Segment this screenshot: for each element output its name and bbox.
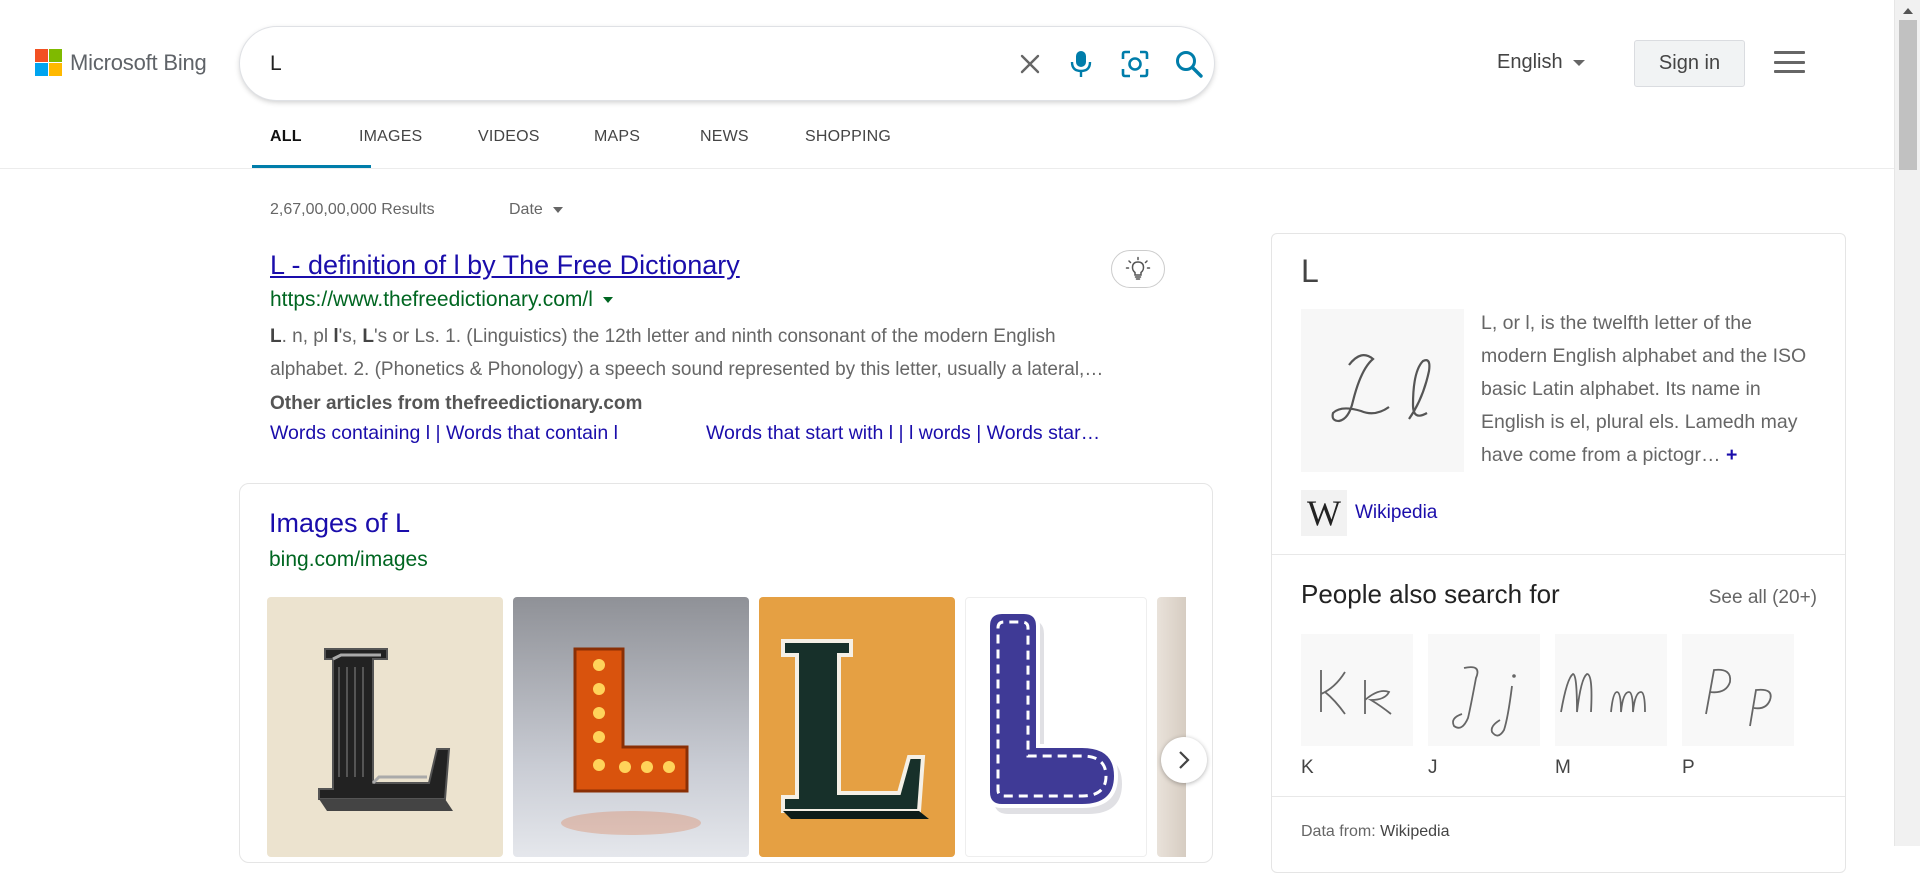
scrollbar-thumb[interactable] xyxy=(1899,20,1917,170)
chevron-right-icon[interactable] xyxy=(1161,737,1207,783)
data-source: Data from: Wikipedia xyxy=(1301,823,1450,840)
entity-image[interactable] xyxy=(1301,309,1464,472)
tab-images[interactable]: IMAGES xyxy=(359,124,478,168)
chevron-down-icon xyxy=(1572,59,1585,66)
related-entity-image xyxy=(1428,634,1540,746)
hamburger-menu-icon[interactable] xyxy=(1774,51,1805,73)
sign-in-button[interactable]: Sign in xyxy=(1634,40,1745,87)
related-entity-label: P xyxy=(1682,757,1695,778)
tab-maps[interactable]: MAPS xyxy=(594,124,700,168)
search-tabs: ALL IMAGES VIDEOS MAPS NEWS SHOPPING xyxy=(252,124,915,168)
search-result: L - definition of l by The Free Dictiona… xyxy=(270,248,1180,445)
deep-link[interactable]: Words containing l | Words that contain … xyxy=(270,422,706,445)
image-thumbnail[interactable] xyxy=(1157,597,1186,857)
other-articles-heading: Other articles from thefreedictionary.co… xyxy=(270,393,643,414)
related-entity-image xyxy=(1301,634,1413,746)
wikipedia-link[interactable]: Wikipedia xyxy=(1355,502,1437,524)
tab-videos[interactable]: VIDEOS xyxy=(478,124,594,168)
related-entity-k[interactable]: K xyxy=(1301,634,1413,779)
deep-links: Words containing l | Words that contain … xyxy=(270,422,1180,445)
result-snippet: L. n, pl l's, L's or Ls. 1. (Linguistics… xyxy=(270,326,1104,380)
related-entity-image xyxy=(1682,634,1794,746)
related-entity-p[interactable]: P xyxy=(1682,634,1794,779)
image-carousel xyxy=(267,597,1186,857)
tab-all[interactable]: ALL xyxy=(252,124,371,168)
search-icon[interactable] xyxy=(1172,47,1206,81)
microphone-icon[interactable] xyxy=(1064,47,1098,81)
result-count: 2,67,00,00,000 Results xyxy=(270,201,435,218)
see-all-link[interactable]: See all (20+) xyxy=(1709,587,1817,609)
language-label: English xyxy=(1497,51,1563,73)
chevron-down-icon[interactable] xyxy=(602,297,613,303)
related-entity-image xyxy=(1555,634,1667,746)
related-entity-label: M xyxy=(1555,757,1571,778)
chevron-down-icon xyxy=(552,207,563,213)
knowledge-panel: L L, or l, is the twelfth letter of the … xyxy=(1271,233,1846,873)
scrollbar[interactable] xyxy=(1894,0,1920,846)
related-entity-m[interactable]: M xyxy=(1555,634,1667,779)
result-title-link[interactable]: L - definition of l by The Free Dictiona… xyxy=(270,248,1180,282)
images-url: bing.com/images xyxy=(269,548,428,571)
wikipedia-icon: W xyxy=(1301,490,1347,536)
data-source-link[interactable]: Wikipedia xyxy=(1380,823,1449,840)
expand-description-button[interactable]: + xyxy=(1726,444,1737,466)
lightbulb-icon[interactable] xyxy=(1111,250,1165,288)
images-answer-card: Images of L bing.com/images xyxy=(239,483,1213,863)
microsoft-logo-icon xyxy=(35,49,62,76)
language-selector[interactable]: English xyxy=(1497,51,1585,74)
search-input[interactable] xyxy=(270,47,970,81)
brand-name: Microsoft Bing xyxy=(70,49,207,75)
entity-title: L xyxy=(1301,253,1319,289)
related-entity-label: J xyxy=(1428,757,1438,778)
image-thumbnail[interactable] xyxy=(513,597,749,857)
deep-link[interactable]: Words that start with l | l words | Word… xyxy=(706,422,1100,445)
result-url-text: https://www.thefreedictionary.com/l xyxy=(270,288,593,311)
divider xyxy=(1272,796,1845,797)
bing-logo[interactable]: Microsoft Bing xyxy=(35,49,207,76)
date-filter-label: Date xyxy=(509,201,543,218)
header: Microsoft Bing English Sign in ALL IMAGE… xyxy=(0,0,1894,169)
image-thumbnail[interactable] xyxy=(965,597,1147,857)
tab-shopping[interactable]: SHOPPING xyxy=(805,124,915,168)
tab-news[interactable]: NEWS xyxy=(700,124,805,168)
people-also-search-heading: People also search for xyxy=(1301,579,1560,609)
entity-description: L, or l, is the twelfth letter of the mo… xyxy=(1481,312,1807,466)
related-entity-j[interactable]: J xyxy=(1428,634,1540,779)
search-box xyxy=(240,27,1214,100)
images-title-link[interactable]: Images of L xyxy=(269,508,410,539)
related-entity-label: K xyxy=(1301,757,1314,778)
divider xyxy=(1272,554,1845,555)
date-filter[interactable]: Date xyxy=(509,201,563,219)
result-url[interactable]: https://www.thefreedictionary.com/l xyxy=(270,286,1180,314)
visual-search-icon[interactable] xyxy=(1118,47,1152,81)
image-thumbnail[interactable] xyxy=(267,597,503,857)
close-icon[interactable] xyxy=(1013,47,1047,81)
source-attribution: W Wikipedia xyxy=(1301,490,1437,536)
scroll-up-arrow-icon[interactable] xyxy=(1903,8,1913,14)
image-thumbnail[interactable] xyxy=(759,597,955,857)
